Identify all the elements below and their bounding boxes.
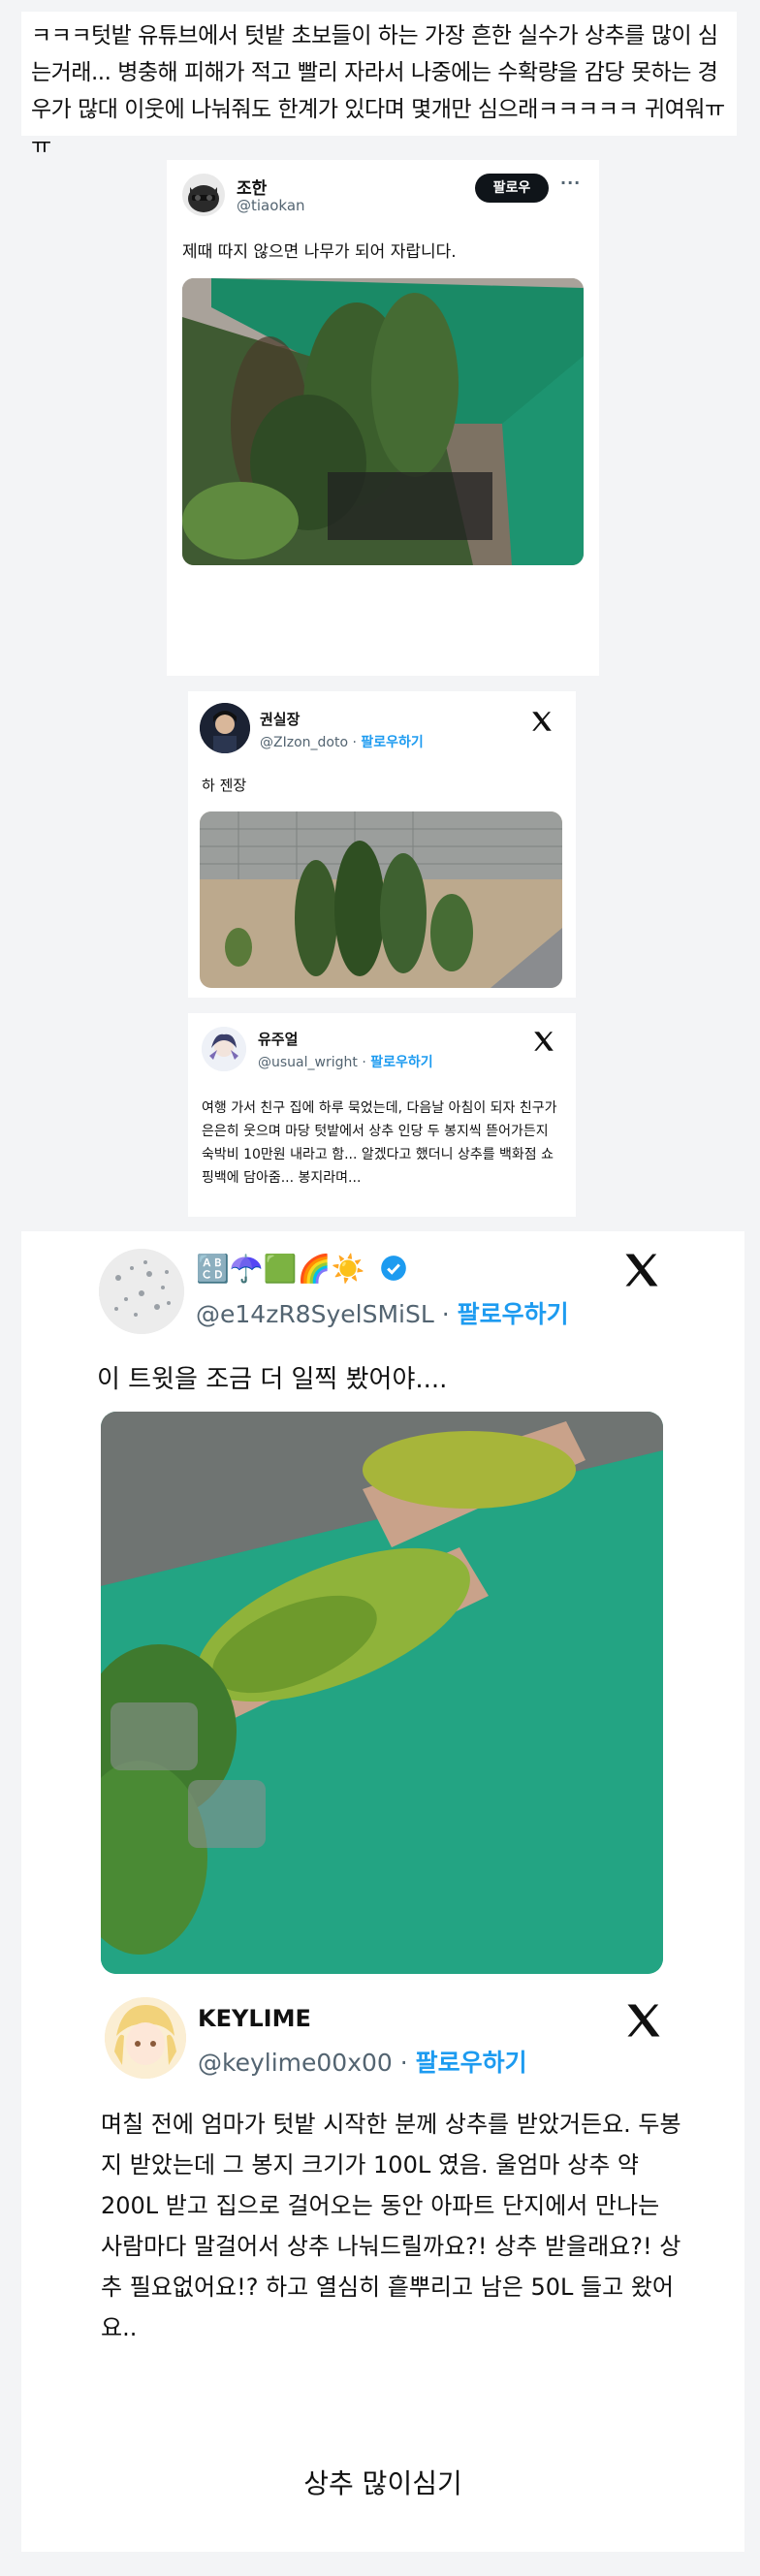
author-name[interactable]: 권실장 [260, 709, 300, 729]
footer-title: 상추 많이심기 [303, 2467, 462, 2499]
author-handle[interactable]: @tiaokan [237, 197, 305, 214]
tweet-text: 며칠 전에 엄마가 텃밭 시작한 분께 상추를 받았거든요. 두봉지 받았는데 … [101, 2111, 681, 2341]
separator: · [352, 735, 357, 750]
follow-link[interactable]: 팔로우하기 [458, 1300, 569, 1328]
x-logo-icon[interactable] [529, 709, 554, 734]
tweet-text: 여행 가서 친구 집에 하루 묵었는데, 다음날 아침이 되자 친구가 은은히 … [202, 1100, 557, 1186]
avatar[interactable] [105, 1997, 186, 2079]
author-handle[interactable]: @e14zR8SyelSMiSL [196, 1300, 434, 1328]
tweet-card-1: 조한 @tiaokan 팔로우 ··· 제때 따지 않으면 나무가 되어 자랍니… [167, 160, 599, 676]
follow-link[interactable]: 팔로우하기 [416, 2049, 527, 2077]
author-handle-row: @e14zR8SyelSMiSL · 팔로우하기 [196, 1295, 569, 1330]
avatar-cat-icon [182, 174, 225, 216]
more-options-button[interactable]: ··· [560, 174, 581, 192]
tweet-card-2: 권실장 @ZIzon_doto · 팔로우하기 하 젠장 [188, 691, 576, 998]
tweet-card-4: 🔠☂️🟩🌈☀️ @e14zR8SyelSMiSL · 팔로우하기 이 트윗을 조… [21, 1231, 744, 2552]
x-logo-icon[interactable] [622, 1999, 665, 2042]
author-handle-row: @usual_wright · 팔로우하기 [258, 1052, 433, 1071]
separator: · [362, 1055, 366, 1070]
x-logo-icon[interactable] [620, 1249, 663, 1291]
tweet-photo[interactable] [182, 278, 584, 565]
verified-badge-icon [381, 1256, 406, 1281]
author-handle[interactable]: @keylime00x00 [198, 2049, 393, 2077]
avatar-anime-icon [105, 1997, 186, 2079]
author-name[interactable]: KEYLIME [198, 2005, 311, 2032]
avatar[interactable] [200, 703, 250, 753]
author-handle-row: @keylime00x00 · 팔로우하기 [198, 2044, 527, 2079]
tweet-photo[interactable] [101, 1412, 663, 1974]
tweet-text: 하 젠장 [202, 777, 247, 794]
avatar[interactable] [99, 1249, 184, 1334]
author-handle[interactable]: @ZIzon_doto [260, 735, 348, 750]
author-name[interactable]: 유주얼 [258, 1029, 298, 1049]
tweet-text: 이 트윗을 조금 더 일찍 봤어야.... [97, 1365, 448, 1394]
avatar[interactable] [202, 1027, 246, 1071]
garden-photo-image [182, 278, 584, 565]
tweet-text: 제때 따지 않으면 나무가 되어 자랍니다. [182, 242, 457, 262]
follow-link[interactable]: 팔로우하기 [361, 735, 423, 750]
avatar[interactable] [182, 174, 225, 216]
avatar-portrait-icon [200, 703, 250, 753]
avatar-speckled-icon [99, 1249, 184, 1334]
tweet-photo[interactable] [200, 811, 562, 988]
author-emoji-name[interactable]: 🔠☂️🟩🌈☀️ [196, 1253, 364, 1285]
x-logo-icon[interactable] [531, 1029, 556, 1054]
follow-link[interactable]: 팔로우하기 [370, 1055, 432, 1070]
separator: · [441, 1300, 450, 1328]
tree-garden-photo-image [200, 811, 562, 988]
intro-text: ㅋㅋㅋ텃밭 유튜브에서 텃밭 초보들이 하는 가장 흔한 실수가 상추를 많이 … [21, 12, 737, 159]
author-name[interactable]: 조한 [237, 175, 267, 199]
author-handle[interactable]: @usual_wright [258, 1055, 358, 1070]
lettuce-planters-photo-image [101, 1412, 663, 1974]
author-handle-row: @ZIzon_doto · 팔로우하기 [260, 732, 424, 751]
separator: · [399, 2049, 408, 2077]
tweet-card-3: 유주얼 @usual_wright · 팔로우하기 여행 가서 친구 집에 하루… [188, 1013, 576, 1217]
follow-button[interactable]: 팔로우 [475, 174, 549, 203]
avatar-illustration-icon [202, 1027, 246, 1071]
